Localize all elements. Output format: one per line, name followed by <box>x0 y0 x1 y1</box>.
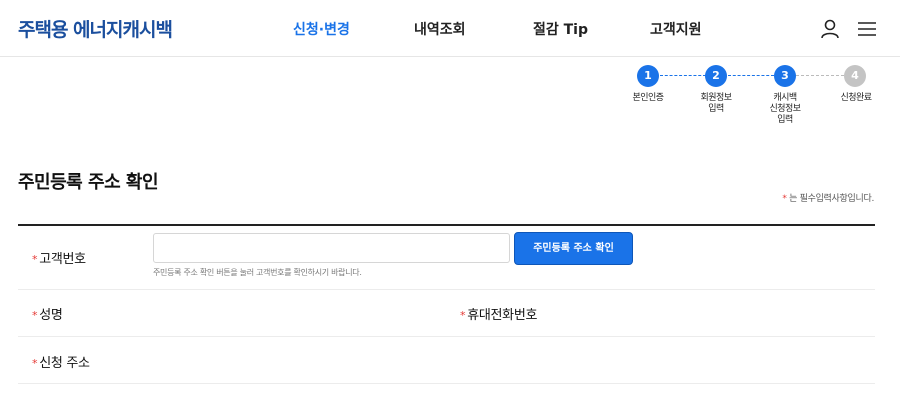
page-title: 주민등록 주소 확인 <box>18 172 159 193</box>
step-4-label: 신청완료 <box>840 93 872 103</box>
customer-number-helper: 주민등록 주소 확인 버튼을 눌러 고객번호를 확인하시기 바랍니다. <box>153 268 362 277</box>
address-label-text: 신청 주소 <box>39 356 90 371</box>
user-icon[interactable] <box>819 18 841 40</box>
site-logo[interactable]: 주택용 에너지캐시백 <box>18 15 173 42</box>
step-connector <box>796 75 844 76</box>
nav-saving-tip[interactable]: 절감 Tip <box>533 19 588 39</box>
required-star: * <box>32 253 38 266</box>
step-1-label: 본인인증 <box>632 93 664 103</box>
customer-number-label-text: 고객번호 <box>39 252 86 267</box>
top-header: 주택용 에너지캐시백 신청·변경 내역조회 절감 Tip 고객지원 <box>0 0 900 57</box>
step-connector <box>660 75 706 76</box>
name-label: * 성명 <box>32 304 63 323</box>
nav-history[interactable]: 내역조회 <box>414 19 466 39</box>
required-note-text: 는 필수입력사항입니다. <box>786 194 874 204</box>
step-3-label: 캐시백 신청정보 입력 <box>769 93 801 125</box>
required-star: * <box>32 357 38 370</box>
section-divider <box>18 224 875 226</box>
step-2-circle: 2 <box>705 65 727 87</box>
customer-number-label: * 고객번호 <box>32 248 86 267</box>
customer-number-input[interactable] <box>153 233 510 263</box>
address-label: * 신청 주소 <box>32 352 90 371</box>
step-connector <box>728 75 774 76</box>
step-4-circle: 4 <box>844 65 866 87</box>
row-divider <box>18 383 875 384</box>
required-note: * 는 필수입력사항입니다. <box>782 191 874 204</box>
step-3-circle: 3 <box>774 65 796 87</box>
progress-stepper: 1 2 3 4 본인인증 회원정보 입력 캐시백 신청정보 입력 신청완료 <box>620 63 890 133</box>
nav-apply-change[interactable]: 신청·변경 <box>293 19 350 39</box>
step-1-circle: 1 <box>637 65 659 87</box>
phone-label: * 휴대전화번호 <box>460 304 537 323</box>
phone-label-text: 휴대전화번호 <box>467 308 538 323</box>
required-star: * <box>460 309 466 322</box>
row-divider <box>18 289 875 290</box>
required-star: * <box>32 309 38 322</box>
nav-customer-support[interactable]: 고객지원 <box>650 19 702 39</box>
verify-address-button[interactable]: 주민등록 주소 확인 <box>514 232 633 265</box>
step-2-label: 회원정보 입력 <box>700 93 732 114</box>
row-divider <box>18 336 875 337</box>
name-label-text: 성명 <box>39 308 63 323</box>
menu-icon[interactable] <box>856 18 878 40</box>
